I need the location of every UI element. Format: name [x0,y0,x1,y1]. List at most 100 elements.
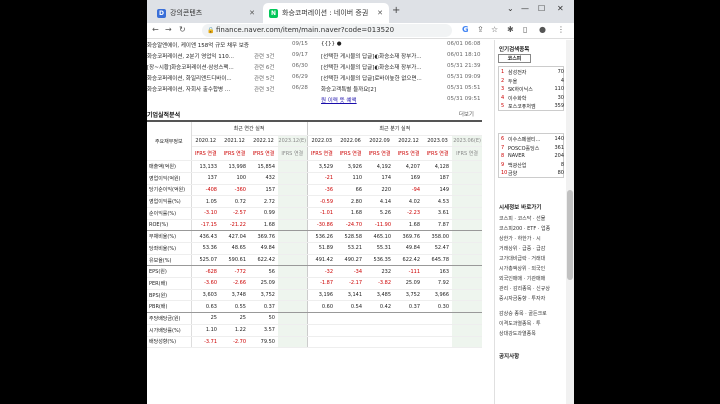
site-d-icon: D [157,8,166,18]
market-link[interactable]: 감상승 종목 · 골든크로 [499,310,547,317]
tab-naver-finance[interactable]: N 화승코퍼레이션 : 네이버 증권 ✕ [263,3,389,23]
tab-lecture-content[interactable]: D 강의콘텐츠 ✕ [151,3,261,23]
table-cell: 491.42 [306,254,337,267]
share-icon[interactable]: ⇪ [477,25,484,34]
table-cell: 369.76 [249,230,278,243]
news-related[interactable]: 관련 3건 [254,85,274,93]
url-field[interactable]: 🔒 finance.naver.com/item/main.naver?code… [202,24,452,37]
board-row[interactable]: 원 이력 뜻 예액 05/31 09:51 [147,96,492,107]
list-item[interactable]: 2 두올 4 [501,78,564,86]
table-cell [452,219,483,232]
table-cell: 4.14 [365,195,395,208]
table-row: BPS(원) 3,603 3,748 3,752 3,196 3,141 3,485 3,75… [147,289,483,302]
board-title[interactable]: {{}} ● [321,41,342,47]
news-title[interactable]: 화승코퍼레이션, 자회사 출수합병 ... [147,85,230,93]
list-item[interactable]: 9 백광산업 8 [501,162,564,170]
market-link[interactable]: 시가총액상위 · 외국인 [499,265,545,272]
news-title[interactable]: [장~시황]화승코퍼레이션·삼성스팩... [147,63,234,71]
news-title[interactable]: 화승알엔에이, 케이앤 158억 규모 채무 보증 [147,41,249,49]
table-row: 영업이익(억원) 137 100 432 -21 110 174 169 187 [147,172,483,185]
menu-icon[interactable]: ⋮ [557,25,565,34]
profile-icon[interactable]: ● [539,25,546,34]
bookmark-star-icon[interactable]: ☆ [491,25,498,34]
extensions-icon[interactable]: ✱ [507,25,514,34]
news-date: 06/30 [292,63,308,69]
stock-value: 30 [557,94,564,101]
news-row[interactable]: [장~시황]화승코퍼레이션·삼성스팩... 관련 6건 06/30 [선택한 게… [147,63,492,74]
table-cell: 622.42 [394,254,424,267]
table-cell: 528.58 [336,230,366,243]
table-cell: -36 [306,184,337,197]
forward-icon[interactable]: → [165,25,172,34]
table-cell [336,324,366,337]
ifrs-label: IFRS 연결 [365,146,395,162]
market-link[interactable]: 관리 · 감리종목 · 신규상 [499,285,550,292]
table-cell [278,300,308,314]
more-link[interactable]: 더보기 [459,110,474,118]
row-label: 당좌비율(%) [147,242,192,255]
news-title[interactable]: 화승코퍼레이션, 2분기 영업익 110... [147,52,234,60]
row-label: 순이익률(%) [147,207,192,220]
board-title[interactable]: [선택한 게시물의 답글]◐화승소재 장부가... [321,63,422,71]
minimize-icon[interactable]: — [521,4,529,13]
table-cell: -360 [220,184,249,197]
board-title[interactable]: 원 이력 뜻 예액 [321,96,357,104]
news-row[interactable]: 화승코퍼레이션, 자회사 출수합병 ... 관련 3건 06/28 화승고객특별… [147,85,492,96]
market-link[interactable]: 코스피200 · ETF · 업종 [499,225,550,232]
table-row: 유보율(%) 525.07 590.61 622.42 491.42 490.27 536.… [147,254,483,267]
google-icon[interactable]: G [462,25,469,34]
maximize-icon[interactable]: ☐ [538,4,545,13]
scrollbar[interactable] [566,40,574,404]
market-link[interactable]: 상한가 · 하한가 · 시 [499,235,541,242]
ifrs-label: IFRS 연결 [336,146,366,162]
news-related[interactable]: 관련 6건 [254,63,274,71]
reload-icon[interactable]: ↻ [179,25,186,34]
news-row[interactable]: 화승코퍼레이션, 2분기 영업익 110... 관련 3건 09/17 [선택한… [147,52,492,63]
period-header: 2023.06(E) [452,135,483,148]
list-item[interactable]: 8 NAVER 204 [501,153,564,161]
news-related[interactable]: 관련 3건 [254,52,274,60]
board-title[interactable]: [선택한 게시물의 답글]◐화승소재 장부가... [321,52,422,60]
table-cell: 490.27 [336,254,366,267]
close-window-icon[interactable]: ✕ [557,4,564,13]
board-title[interactable]: [선택한 게시물의 답글]로바이높한 없으면... [321,74,422,82]
list-item[interactable]: 5 포스코퓨처엠 359 [501,103,564,111]
news-title[interactable]: 화승코퍼레이션, 화일리앤드디바이... [147,74,232,82]
table-cell: 369.76 [394,230,424,243]
sidebar-icon[interactable]: ▯ [523,25,527,34]
table-cell: -17.15 [191,219,220,232]
news-row[interactable]: 화승알엔에이, 케이앤 158억 규모 채무 보증 09/15 {{}} ● 0… [147,41,492,52]
table-row: 매출액(억원) 13,133 13,998 15,854 3,529 3,926 4,192… [147,160,483,173]
list-item[interactable]: 7 POSCO홀딩스 361 [501,145,564,153]
scrollbar-thumb[interactable] [567,190,573,280]
market-link[interactable]: 이격도과열종목 · 투 [499,320,541,327]
chevron-down-icon[interactable]: ⌄ [507,4,514,13]
news-row[interactable]: 화승코퍼레이션, 화일리앤드디바이... 관련 5건 06/29 [선택한 게시… [147,74,492,85]
market-title: 시세정보 바로가기 [499,205,542,211]
news-related[interactable]: 관련 5건 [254,74,274,82]
table-cell: 1.68 [394,219,424,232]
market-link[interactable]: 코스피 · 코스닥 · 선물 [499,215,545,222]
table-cell: 3.61 [423,207,453,220]
market-link[interactable]: 외국인매매 · 기관매매 [499,275,545,282]
list-item[interactable]: 3 SK하이닉스 110 [501,86,564,94]
table-cell: 187 [423,172,453,185]
board-title[interactable]: 화승고객특별 들까요[2] [321,85,376,93]
close-icon[interactable]: ✕ [377,9,383,17]
close-icon[interactable]: ✕ [249,9,255,17]
market-link[interactable]: 거래상위 · 급증 · 급감 [499,245,545,252]
table-cell [452,230,483,243]
stock-value: 70 [557,69,564,75]
market-link[interactable]: 증시자금동향 · 투자자 [499,295,545,302]
new-tab-button[interactable]: + [392,5,400,16]
board-date: 05/31 09:09 [447,74,481,80]
list-item[interactable]: 6 이수스페셜티... 140 [501,136,564,144]
list-item[interactable]: 4 이수화학 30 [501,95,564,103]
tab-kospi[interactable]: 코스피 [498,54,531,63]
list-item[interactable]: 10 금양 80 [501,170,564,178]
market-link[interactable]: 상대강도과열종목 [499,330,536,337]
back-icon[interactable]: ← [152,25,159,34]
market-link[interactable]: 고가대비급락 · 거래대 [499,255,545,262]
table-cell [452,289,483,302]
list-item[interactable]: 1 삼성전자 70 [501,69,564,77]
